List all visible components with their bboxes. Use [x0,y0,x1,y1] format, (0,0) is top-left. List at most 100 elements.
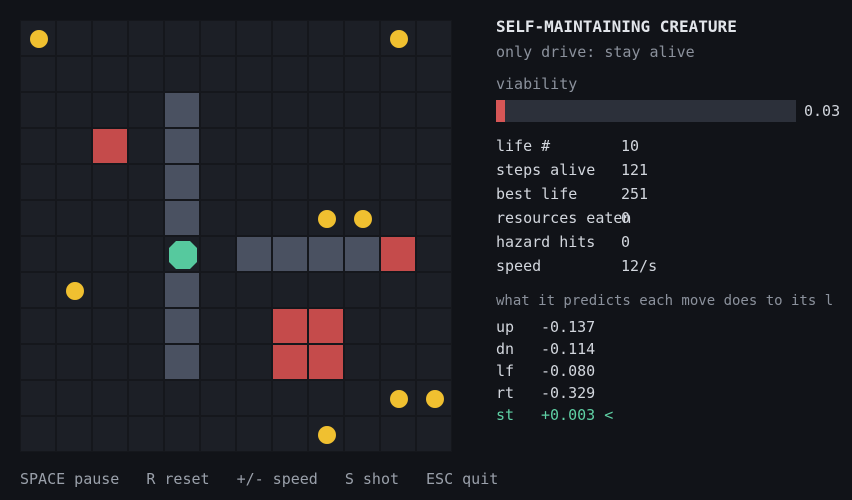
prediction-move: rt [496,384,515,402]
grid-cell [128,380,164,416]
grid-cell [200,236,236,272]
wall-cell [272,236,308,272]
grid-cell [344,92,380,128]
prediction-move: lf [496,362,515,380]
hazard-cell [380,236,416,272]
stat-value: 251 [621,185,649,203]
prediction-move: dn [496,340,515,358]
grid-cell [308,200,344,236]
grid-cell [200,272,236,308]
control-hint: SPACE pause [20,470,120,488]
grid-cell [416,164,452,200]
grid-cell [92,344,128,380]
grid-cell [416,380,452,416]
grid-cell [416,416,452,452]
wall-cell [344,236,380,272]
grid-cell [416,56,452,92]
grid-cell [416,20,452,56]
grid-cell [416,128,452,164]
grid-cell [236,344,272,380]
grid-cell [380,416,416,452]
grid-cell [344,56,380,92]
panel-title: SELF-MAINTAINING CREATURE [496,17,737,36]
prediction-row: lf -0.080 [496,360,613,382]
prediction-row: up -0.137 [496,316,613,338]
grid-cell [236,272,272,308]
grid-cell [164,56,200,92]
grid-cell [200,380,236,416]
grid-cell [56,128,92,164]
grid-cell [92,56,128,92]
grid-cell [416,272,452,308]
control-hint: ESC quit [426,470,499,488]
grid-cell [236,128,272,164]
predictions-heading: what it predicts each move does to its l [496,293,834,309]
wall-cell [164,272,200,308]
grid-cell [380,380,416,416]
grid-cell [272,92,308,128]
wall-cell [308,236,344,272]
grid-cell [20,236,56,272]
grid-cell [344,344,380,380]
stat-value: 12/s [621,257,658,275]
grid-cell [236,56,272,92]
stat-row: resources eaten0 [496,206,657,230]
wall-cell [164,164,200,200]
grid-cell [56,164,92,200]
grid-cell [344,20,380,56]
grid-cell [308,416,344,452]
hazard-cell [308,308,344,344]
grid-cell [56,416,92,452]
grid-cell [344,308,380,344]
grid-cell [308,92,344,128]
grid-cell [56,344,92,380]
grid-cell [20,308,56,344]
grid-cell [56,56,92,92]
grid-cell [236,416,272,452]
grid-cell [128,164,164,200]
grid-cell [236,308,272,344]
stat-value: 0 [621,209,631,227]
wall-cell [164,92,200,128]
grid-cell [92,92,128,128]
grid-cell [200,308,236,344]
stat-label: resources eaten [496,209,632,227]
grid-cell [20,128,56,164]
food-pellet [66,282,84,300]
grid-cell [164,416,200,452]
grid-cell [272,416,308,452]
grid-cell [344,380,380,416]
grid-cell [56,308,92,344]
predictions-list: up -0.137 dn -0.114 lf -0.080 rt -0.329 st +0.003… [496,316,613,426]
grid-cell [200,92,236,128]
prediction-value: -0.329 [541,384,596,402]
stat-row: life # 10 [496,134,657,158]
stat-row: best life 251 [496,182,657,206]
grid-cell [200,128,236,164]
grid-cell [20,20,56,56]
grid-cell [272,200,308,236]
grid-cell [380,92,416,128]
grid-cell [92,200,128,236]
food-pellet [318,210,336,228]
grid-cell [20,380,56,416]
prediction-value: -0.080 [541,362,596,380]
grid-cell [380,128,416,164]
grid-cell [236,20,272,56]
grid-cell [344,128,380,164]
grid-cell [164,20,200,56]
grid-cell [128,416,164,452]
grid-cell [308,128,344,164]
grid-cell [128,344,164,380]
prediction-value: -0.137 [541,318,596,336]
control-hint: R reset [146,470,210,488]
hazard-cell [272,344,308,380]
grid-cell [272,56,308,92]
stats-list: life # 10 steps alive 121 best life 251 resour… [496,134,657,278]
food-pellet [30,30,48,48]
stat-row: steps alive 121 [496,158,657,182]
grid-cell [380,308,416,344]
grid-cell [20,92,56,128]
grid-cell [380,200,416,236]
grid-cell [92,416,128,452]
